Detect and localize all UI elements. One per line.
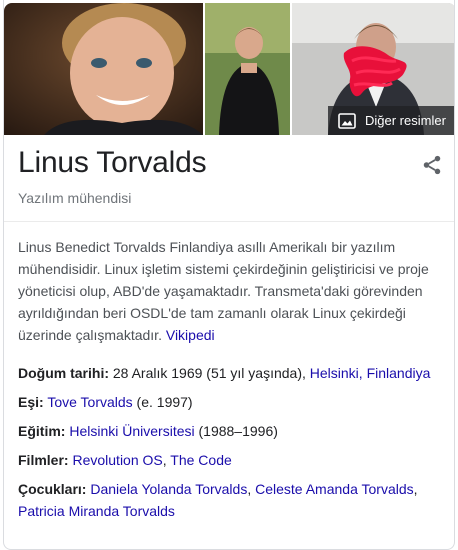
entity-title: Linus Torvalds	[18, 146, 207, 179]
fact-films: Filmler: Revolution OS, The Code	[18, 449, 443, 471]
education-link[interactable]: Helsinki Üniversitesi	[69, 423, 194, 439]
fact-value: (e. 1997)	[132, 394, 193, 410]
section-divider	[4, 221, 454, 222]
image-strip: Diğer resimler	[4, 0, 454, 137]
more-images-button[interactable]: Diğer resimler	[328, 106, 454, 135]
description: Linus Benedict Torvalds Finlandiya asıll…	[18, 236, 438, 346]
description-text: Linus Benedict Torvalds Finlandiya asıll…	[18, 239, 429, 343]
image-icon	[338, 112, 356, 129]
fact-value: 28 Aralık 1969 (51 yıl yaşında),	[109, 365, 310, 381]
facts-list: Doğum tarihi: 28 Aralık 1969 (51 yıl yaş…	[18, 362, 443, 529]
separator: ,	[413, 481, 418, 497]
child-link-patricia[interactable]: Patricia Miranda Torvalds	[18, 503, 175, 519]
share-icon[interactable]	[421, 154, 443, 176]
film-link-revolution-os[interactable]: Revolution OS	[72, 452, 162, 468]
more-images-label: Diğer resimler	[365, 113, 446, 128]
entity-subtitle: Yazılım mühendisi	[18, 190, 132, 206]
fact-birth: Doğum tarihi: 28 Aralık 1969 (51 yıl yaş…	[18, 362, 443, 384]
panel-header: Linus Torvalds Yazılım mühendisi	[18, 146, 443, 206]
source-link-vikipedi[interactable]: Vikipedi	[166, 327, 215, 343]
fact-label: Çocukları:	[18, 481, 87, 497]
fact-label: Doğum tarihi:	[18, 365, 109, 381]
fact-label: Eğitim:	[18, 423, 66, 439]
fact-label: Eşi:	[18, 394, 44, 410]
fact-spouse: Eşi: Tove Torvalds (e. 1997)	[18, 391, 443, 413]
birthplace-link[interactable]: Helsinki, Finlandiya	[310, 365, 431, 381]
knowledge-panel: Diğer resimler Linus Torvalds Yazılım mü…	[3, 0, 455, 550]
fact-education: Eğitim: Helsinki Üniversitesi (1988–1996…	[18, 420, 443, 442]
film-link-the-code[interactable]: The Code	[170, 452, 231, 468]
photo-portrait-smiling[interactable]	[4, 3, 203, 135]
photo-standing-outdoors[interactable]	[205, 3, 290, 135]
fact-value: (1988–1996)	[194, 423, 278, 439]
separator: ,	[247, 481, 256, 497]
spouse-link[interactable]: Tove Torvalds	[47, 394, 132, 410]
child-link-daniela[interactable]: Daniela Yolanda Torvalds	[90, 481, 247, 497]
child-link-celeste[interactable]: Celeste Amanda Torvalds	[255, 481, 414, 497]
fact-children: Çocukları: Daniela Yolanda Torvalds, Cel…	[18, 478, 443, 522]
fact-label: Filmler:	[18, 452, 69, 468]
